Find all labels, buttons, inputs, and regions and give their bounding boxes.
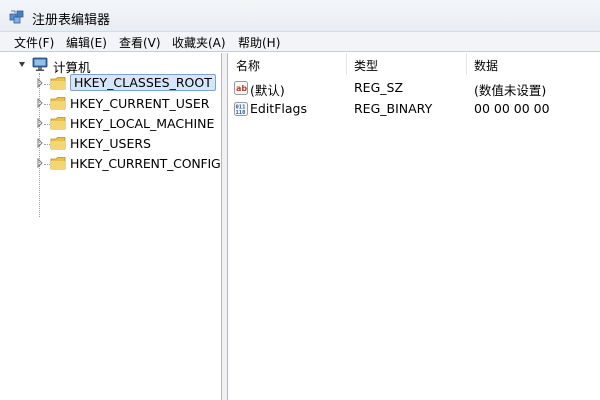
folder-icon [50,117,66,130]
tree-pane[interactable]: 计算机 HKEY_CLASSES_ROOT HKEY_CURRENT_USER [0,53,222,400]
value-name: EditFlags [250,101,307,116]
svg-text:110: 110 [236,110,246,116]
folder-icon [50,97,66,110]
value-data: (数值未设置) [474,83,547,98]
collapsed-arrow-icon[interactable] [36,138,44,148]
menu-edit[interactable]: 编辑(E) [66,34,107,51]
column-header-data[interactable]: 数据 [474,57,498,74]
tree-item-label: HKEY_CURRENT_CONFIG [70,156,221,171]
value-type: REG_SZ [354,80,404,95]
title-bar: 注册表编辑器 [0,0,600,32]
folder-icon [50,137,66,150]
tree-item-label: HKEY_CURRENT_USER [70,96,210,111]
tree-item-hkey-users[interactable]: HKEY_USERS [0,135,220,153]
column-header-name[interactable]: 名称 [236,57,260,74]
folder-icon [50,77,66,90]
value-name: (默认) [250,83,285,98]
string-value-icon: ab [234,81,248,95]
collapsed-arrow-icon[interactable] [36,118,44,128]
tree-item-hkey-local-machine[interactable]: HKEY_LOCAL_MACHINE [0,115,220,133]
binary-value-icon: 011 110 [234,102,248,116]
window-title: 注册表编辑器 [32,13,111,28]
collapsed-arrow-icon[interactable] [36,78,44,88]
values-list-pane[interactable]: 名称 类型 数据 ab (默认) REG_SZ (数值未设置) 011 110 … [228,53,600,400]
tree-item-hkey-classes-root[interactable]: HKEY_CLASSES_ROOT [0,74,220,93]
column-separator[interactable] [466,53,467,75]
menu-bar: 文件(F) 编辑(E) 查看(V) 收藏夹(A) 帮助(H) [0,32,600,52]
expanded-arrow-icon[interactable] [18,59,26,69]
menu-file[interactable]: 文件(F) [14,34,54,51]
svg-text:ab: ab [236,84,247,93]
column-separator[interactable] [346,53,347,75]
folder-icon [50,157,66,170]
registry-editor-icon [9,10,24,24]
tree-item-hkey-current-config[interactable]: HKEY_CURRENT_CONFIG [0,155,222,173]
tree-item-label: HKEY_USERS [70,136,151,151]
value-type: REG_BINARY [354,101,433,116]
menu-favorites[interactable]: 收藏夹(A) [172,34,226,51]
list-row-default[interactable]: ab (默认) REG_SZ (数值未设置) [228,78,600,98]
list-row-editflags[interactable]: 011 110 EditFlags REG_BINARY 00 00 00 00 [228,99,600,119]
computer-icon [32,57,48,71]
tree-item-hkey-current-user[interactable]: HKEY_CURRENT_USER [0,95,220,113]
collapsed-arrow-icon[interactable] [36,98,44,108]
column-header-type[interactable]: 类型 [354,57,378,74]
tree-item-label: HKEY_LOCAL_MACHINE [70,116,215,131]
menu-view[interactable]: 查看(V) [119,34,161,51]
list-header: 名称 类型 数据 [228,53,600,75]
value-data: 00 00 00 00 [474,101,550,116]
tree-item-label: HKEY_CLASSES_ROOT [70,74,216,91]
tree-root-computer[interactable]: 计算机 [0,56,220,75]
collapsed-arrow-icon[interactable] [36,158,44,168]
menu-help[interactable]: 帮助(H) [238,34,280,51]
